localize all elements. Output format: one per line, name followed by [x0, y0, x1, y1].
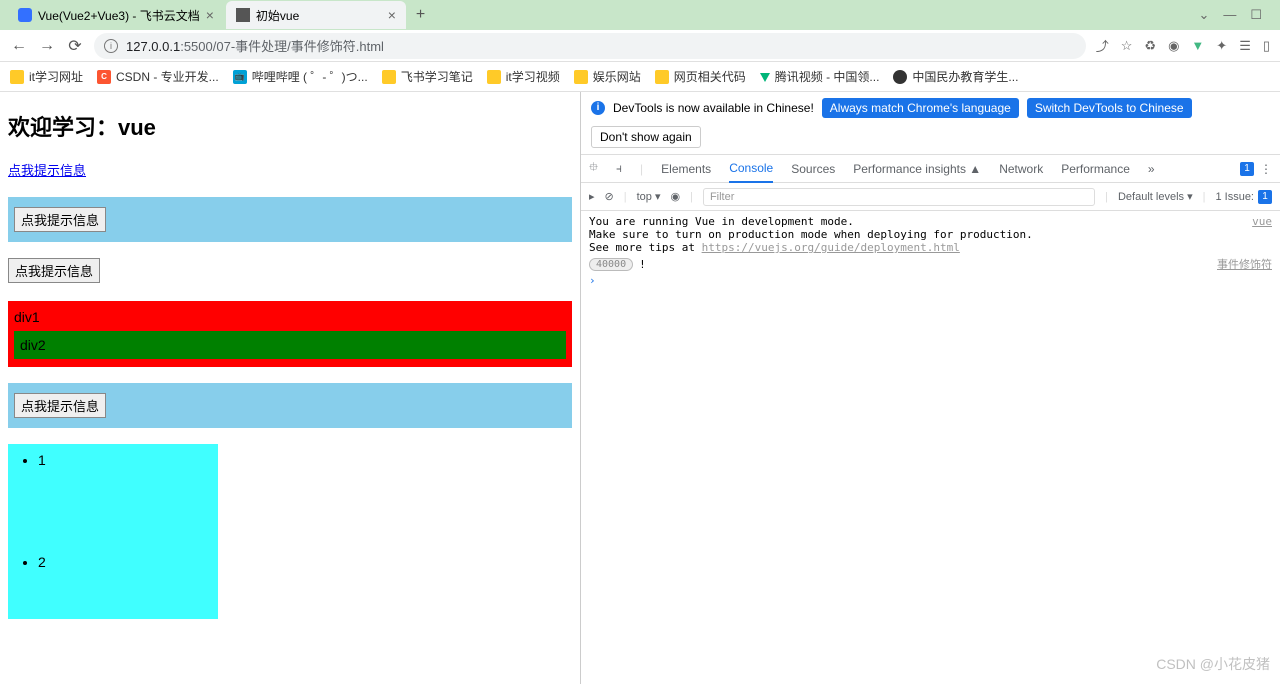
vue-devtools-icon[interactable]: ▼: [1191, 38, 1204, 53]
tab-title: 初始vue: [256, 7, 299, 24]
bookmark-star-icon[interactable]: ☆: [1121, 38, 1133, 54]
minimize-icon[interactable]: —: [1223, 7, 1236, 23]
tab-network[interactable]: Network: [999, 156, 1043, 182]
bookmark-item[interactable]: 腾讯视频 - 中国领...: [760, 68, 880, 85]
tab-sources[interactable]: Sources: [791, 156, 835, 182]
div1-container[interactable]: div1 div2: [8, 301, 572, 367]
tab-bar: Vue(Vue2+Vue3) - 飞书云文档 × 初始vue × + ⌄ — ☐: [0, 0, 1280, 30]
tab-performance[interactable]: Performance: [1061, 156, 1130, 182]
blue-container-1[interactable]: 点我提示信息: [8, 197, 572, 242]
div2-label: div2: [20, 337, 46, 353]
globe-icon[interactable]: ◉: [1168, 38, 1179, 54]
sidebar-toggle-icon[interactable]: ▸: [589, 190, 595, 203]
address-bar: ← → ⟳ i 127.0.0.1:5500/07-事件处理/事件修饰符.htm…: [0, 30, 1280, 62]
folder-icon: [574, 70, 588, 84]
browser-tab-1[interactable]: Vue(Vue2+Vue3) - 飞书云文档 ×: [8, 1, 224, 29]
filter-input[interactable]: Filter: [703, 188, 1095, 206]
levels-dropdown[interactable]: Default levels ▾: [1118, 190, 1193, 203]
reading-list-icon[interactable]: ☰: [1239, 38, 1251, 54]
bookmark-item[interactable]: 飞书学习笔记: [382, 68, 473, 85]
devtools-tabs: ⯐ ⫞ | Elements Console Sources Performan…: [581, 155, 1280, 183]
bookmark-item[interactable]: CCSDN - 专业开发...: [97, 68, 219, 85]
tencent-icon: [760, 73, 770, 82]
eye-icon[interactable]: ◉: [670, 190, 680, 203]
back-button[interactable]: ←: [10, 37, 28, 55]
console-toolbar: ▸ ⊘ | top ▾ ◉ | Filter | Default levels …: [581, 183, 1280, 211]
clear-console-icon[interactable]: ⊘: [605, 190, 614, 203]
info-button-1[interactable]: 点我提示信息: [14, 207, 106, 232]
tab-perf-insights[interactable]: Performance insights ▲: [853, 156, 981, 182]
bookmark-item[interactable]: 中国民办教育学生...: [893, 68, 1018, 85]
page-icon: [236, 8, 250, 22]
folder-icon: [382, 70, 396, 84]
chevron-down-icon[interactable]: ⌄: [1198, 7, 1209, 23]
bookmark-item[interactable]: 📺哔哩哔哩 ( ゜- ゜)つ...: [233, 68, 368, 85]
more-tabs-icon[interactable]: »: [1148, 162, 1155, 176]
new-tab-button[interactable]: +: [408, 4, 433, 26]
log-count-badge: 40000: [589, 258, 633, 271]
inspect-icon[interactable]: ⯐: [589, 158, 598, 179]
console-log-line: !: [639, 258, 1217, 271]
close-icon[interactable]: ×: [388, 7, 396, 23]
reload-button[interactable]: ⟳: [66, 36, 84, 56]
url-box[interactable]: i 127.0.0.1:5500/07-事件处理/事件修饰符.html: [94, 33, 1086, 59]
issues-indicator[interactable]: 1 Issue: 1: [1215, 190, 1272, 204]
folder-icon: [487, 70, 501, 84]
tab-title: Vue(Vue2+Vue3) - 飞书云文档: [38, 7, 200, 24]
banner-text: DevTools is now available in Chinese!: [613, 101, 814, 115]
console-prompt[interactable]: ›: [589, 274, 1272, 287]
device-toggle-icon[interactable]: ⫞: [616, 161, 622, 176]
profile-icon[interactable]: ▯: [1263, 38, 1270, 54]
message-badge[interactable]: 1: [1240, 162, 1254, 176]
console-link[interactable]: https://vuejs.org/guide/deployment.html: [702, 241, 960, 254]
site-icon: [893, 70, 907, 84]
recycle-icon[interactable]: ♻: [1144, 38, 1156, 54]
div2-container[interactable]: div2: [14, 331, 566, 359]
tab-elements[interactable]: Elements: [661, 156, 711, 182]
info-link[interactable]: 点我提示信息: [8, 160, 86, 179]
url-text: 127.0.0.1:5500/07-事件处理/事件修饰符.html: [126, 36, 384, 55]
list-item: 1: [38, 444, 218, 476]
watermark: CSDN @小花皮猪: [1156, 654, 1270, 674]
forward-button[interactable]: →: [38, 37, 56, 55]
bookmark-item[interactable]: it学习视频: [487, 68, 560, 85]
bookmarks-bar: it学习网址 CCSDN - 专业开发... 📺哔哩哔哩 ( ゜- ゜)つ...…: [0, 62, 1280, 92]
console-source-link[interactable]: vue: [1252, 215, 1272, 254]
settings-icon[interactable]: ⋮: [1260, 162, 1272, 176]
bilibili-icon: 📺: [233, 70, 247, 84]
bookmark-item[interactable]: it学习网址: [10, 68, 83, 85]
csdn-icon: C: [97, 70, 111, 84]
scroll-list[interactable]: 1 2: [8, 444, 218, 619]
devtools-panel: i DevTools is now available in Chinese! …: [580, 92, 1280, 684]
div1-label: div1: [14, 309, 566, 325]
match-language-button[interactable]: Always match Chrome's language: [822, 98, 1019, 118]
close-icon[interactable]: ×: [206, 7, 214, 23]
info-button-3[interactable]: 点我提示信息: [14, 393, 106, 418]
list-item: 2: [38, 546, 218, 578]
info-icon: i: [591, 101, 605, 115]
bookmark-item[interactable]: 娱乐网站: [574, 68, 641, 85]
folder-icon: [655, 70, 669, 84]
bookmark-item[interactable]: 网页相关代码: [655, 68, 746, 85]
browser-tab-2[interactable]: 初始vue ×: [226, 1, 406, 29]
site-info-icon[interactable]: i: [104, 39, 118, 53]
context-dropdown[interactable]: top ▾: [637, 190, 661, 203]
page-heading: 欢迎学习：vue: [8, 110, 572, 142]
tab-console[interactable]: Console: [729, 155, 773, 183]
console-output[interactable]: You are running Vue in development mode.…: [581, 211, 1280, 684]
maximize-icon[interactable]: ☐: [1250, 7, 1262, 23]
folder-icon: [10, 70, 24, 84]
window-controls: ⌄ — ☐: [1198, 7, 1272, 23]
page-content: 欢迎学习：vue 点我提示信息 点我提示信息 点我提示信息 div1 div2 …: [0, 92, 580, 684]
share-icon[interactable]: ⤴: [1096, 36, 1109, 55]
extensions-icon[interactable]: ✦: [1216, 38, 1227, 54]
info-button-2[interactable]: 点我提示信息: [8, 258, 100, 283]
devtools-banner: i DevTools is now available in Chinese! …: [581, 92, 1280, 155]
dont-show-button[interactable]: Don't show again: [591, 126, 701, 148]
feishu-icon: [18, 8, 32, 22]
switch-chinese-button[interactable]: Switch DevTools to Chinese: [1027, 98, 1192, 118]
console-log-line: You are running Vue in development mode.…: [589, 215, 1252, 254]
blue-container-2[interactable]: 点我提示信息: [8, 383, 572, 428]
console-source-link[interactable]: 事件修饰符: [1217, 256, 1272, 272]
